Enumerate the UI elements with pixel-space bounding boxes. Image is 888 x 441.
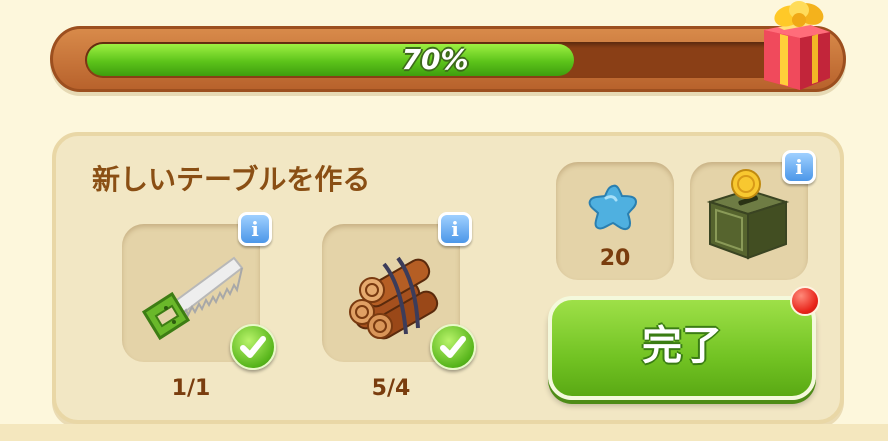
reward-count-stars: 20 — [599, 246, 631, 271]
notification-dot — [790, 286, 820, 316]
task-title: 新しいテーブルを作る — [92, 163, 371, 196]
bottom-strip — [0, 424, 888, 441]
check-icon — [230, 324, 276, 370]
reward-slot-coinbox[interactable]: i — [690, 150, 816, 280]
info-button-logs[interactable]: i — [438, 212, 472, 246]
requirement-slot-saw[interactable]: i — [122, 212, 276, 370]
info-button-saw[interactable]: i — [238, 212, 272, 246]
info-button-coinbox[interactable]: i — [782, 150, 816, 184]
requirement-slot-logs[interactable]: i — [322, 212, 476, 370]
check-icon — [430, 324, 476, 370]
reward-slot-stars[interactable]: 20 — [556, 162, 674, 280]
progress-percent: 70% — [401, 43, 469, 76]
complete-button[interactable]: 完了 — [548, 296, 816, 400]
blue-star-icon — [588, 184, 638, 231]
progress-track: 70% — [85, 42, 785, 78]
progress-bar: 70% — [50, 26, 846, 92]
task-panel: 新しいテーブルを作る i 1/1 i 5/4 20 i 完了 — [52, 132, 844, 424]
requirement-count-logs: 5/4 — [371, 376, 411, 401]
gift-box-icon[interactable] — [758, 0, 834, 92]
requirement-count-saw: 1/1 — [171, 376, 211, 401]
